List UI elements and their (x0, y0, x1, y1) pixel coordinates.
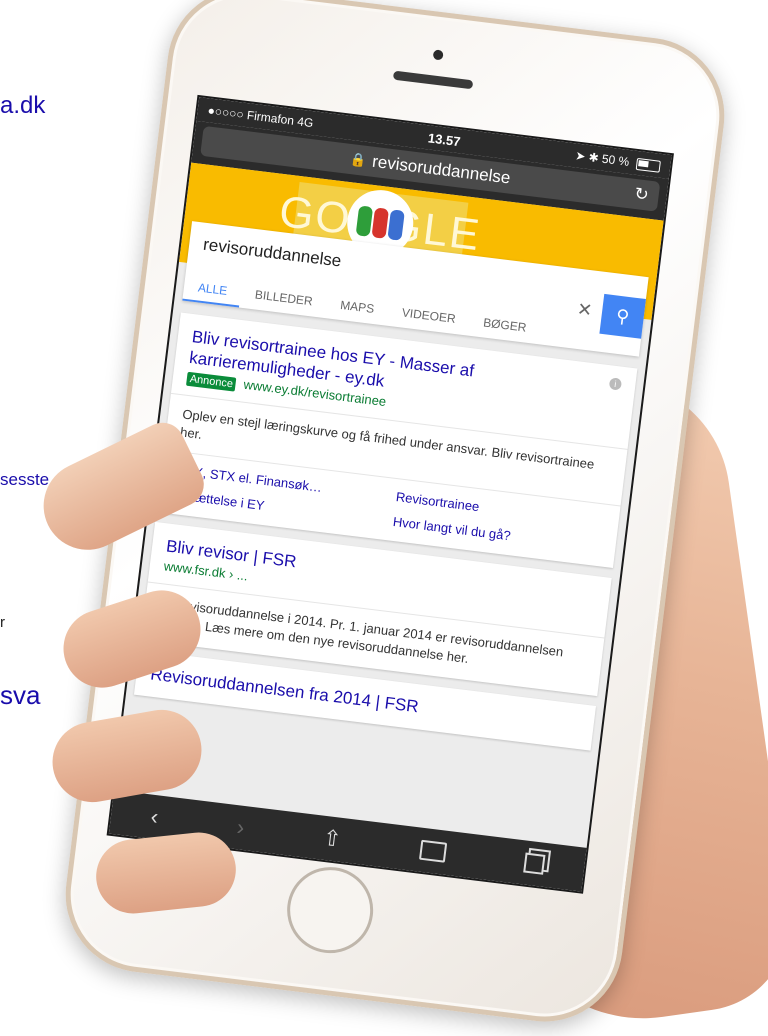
search-icon: ⚲ (614, 305, 631, 327)
background-text-fragment: sesste (0, 470, 50, 489)
bookmarks-icon[interactable] (418, 839, 448, 863)
clock: 13.57 (427, 129, 462, 149)
tabs-icon[interactable] (523, 852, 546, 875)
lock-icon: 🔒 (349, 151, 368, 168)
background-text-fragment: sva (0, 680, 41, 710)
battery-percent: 50 % (601, 151, 631, 169)
ad-result-card: i Bliv revisortrainee hos EY - Masser af… (156, 312, 638, 569)
forward-button[interactable]: › (235, 814, 245, 841)
athlete-figure-blue (387, 209, 405, 241)
background-text-fragment: a.dk (0, 92, 46, 119)
back-button[interactable]: ‹ (149, 804, 159, 831)
network-type: 4G (296, 114, 315, 131)
location-icon: ➤ (574, 148, 587, 164)
ad-badge: Annonce (185, 371, 237, 392)
clear-search-button[interactable]: ✕ (576, 299, 593, 322)
background-text-fragment: r (0, 614, 5, 631)
battery-icon (635, 157, 661, 173)
bluetooth-icon: ✱ (587, 150, 600, 166)
search-input[interactable]: revisoruddannelse (202, 235, 342, 272)
athlete-figure-green (355, 205, 374, 237)
reload-icon[interactable]: ↻ (633, 184, 649, 206)
address-text: revisoruddannelse (371, 151, 512, 188)
athlete-figure-red (371, 207, 390, 239)
share-icon[interactable]: ⇧ (321, 825, 343, 853)
